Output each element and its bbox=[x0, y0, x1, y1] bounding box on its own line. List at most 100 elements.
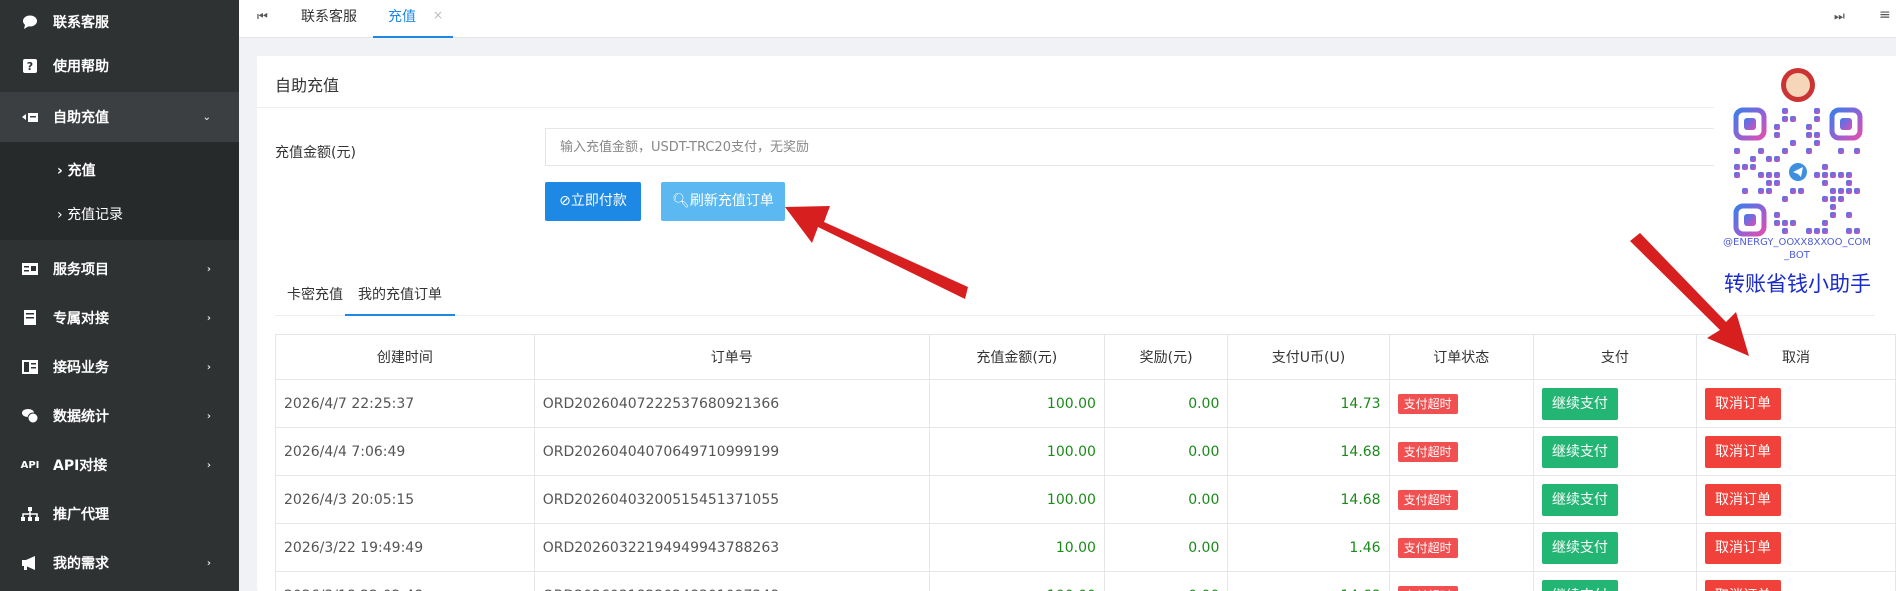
qr-module bbox=[1854, 148, 1860, 154]
cancel-order-button[interactable]: 取消订单 bbox=[1705, 483, 1781, 516]
order-cell: ORD20260404070649710999199 bbox=[533, 427, 930, 476]
svg-text:?: ? bbox=[27, 60, 33, 73]
continue-pay-button[interactable]: 继续支付 bbox=[1541, 387, 1618, 420]
qr-module bbox=[1774, 124, 1780, 130]
qr-module bbox=[1822, 196, 1828, 202]
sidebar-item-contact[interactable]: 联系客服 bbox=[0, 0, 239, 44]
continue-pay-button[interactable]: 继续支付 bbox=[1541, 531, 1618, 564]
pay-now-button[interactable]: ⊘立即付款 bbox=[545, 182, 641, 221]
qr-module bbox=[1774, 156, 1780, 162]
search-icon: 🔍︎ bbox=[672, 193, 690, 209]
status-badge: 支付超时 bbox=[1397, 393, 1458, 414]
pay-cell: 继续支付 bbox=[1532, 523, 1698, 572]
sidebar-item-statistics[interactable]: 数据统计 › bbox=[0, 394, 239, 438]
column-header: 订单号 bbox=[533, 334, 930, 380]
cancel-order-button[interactable]: 取消订单 bbox=[1705, 435, 1781, 468]
cancel-order-button[interactable]: 取消订单 bbox=[1705, 387, 1781, 420]
submenu-item-recharge-history[interactable]: › 充值记录 bbox=[57, 204, 123, 224]
qr-module bbox=[1782, 196, 1788, 202]
api-icon: API bbox=[20, 459, 40, 471]
sidebar-item-help[interactable]: ? 使用帮助 bbox=[0, 44, 239, 88]
qr-module bbox=[1750, 164, 1756, 170]
sidebar-item-label: 数据统计 bbox=[53, 409, 109, 425]
column-header: 奖励(元) bbox=[1103, 334, 1229, 380]
continue-pay-button[interactable]: 继续支付 bbox=[1541, 579, 1618, 591]
sidebar-item-dedicated[interactable]: 专属对接 › bbox=[0, 296, 239, 340]
sidebar-item-my-requests[interactable]: 我的需求 › bbox=[0, 541, 239, 585]
cancel-cell: 取消订单 bbox=[1696, 427, 1896, 476]
qr-module bbox=[1846, 180, 1852, 186]
qr-module bbox=[1798, 188, 1804, 194]
pay-cell: 继续支付 bbox=[1532, 379, 1698, 428]
qr-module bbox=[1806, 148, 1812, 154]
code-icon bbox=[21, 359, 39, 375]
qr-module bbox=[1774, 132, 1780, 138]
order-tabs: 卡密充值 我的充值订单 bbox=[275, 277, 1875, 316]
tabs-scroll-right-icon[interactable]: ⏭ bbox=[1834, 9, 1845, 24]
continue-pay-button[interactable]: 继续支付 bbox=[1541, 483, 1618, 516]
pay-cell: 继续支付 bbox=[1532, 475, 1698, 524]
qr-module bbox=[1822, 164, 1828, 170]
qr-module bbox=[1806, 132, 1812, 138]
sidebar-item-recharge[interactable]: 自助充值 ⌄ bbox=[0, 92, 239, 142]
qr-module bbox=[1814, 108, 1820, 114]
continue-pay-button[interactable]: 继续支付 bbox=[1541, 435, 1618, 468]
sidebar-item-label: 自助充值 bbox=[53, 110, 109, 126]
qr-module bbox=[1774, 172, 1780, 178]
qr-module bbox=[1774, 220, 1780, 226]
sidebar-item-services[interactable]: 服务项目 › bbox=[0, 247, 239, 291]
amount-cell: 10.00 bbox=[928, 523, 1105, 572]
coins-icon bbox=[21, 408, 39, 424]
book-icon bbox=[21, 310, 39, 326]
cancel-order-button[interactable]: 取消订单 bbox=[1705, 531, 1781, 564]
sidebar-item-api[interactable]: API API对接 › bbox=[0, 443, 239, 487]
qr-module bbox=[1734, 164, 1740, 170]
cancel-order-button[interactable]: 取消订单 bbox=[1705, 579, 1781, 591]
amount-input[interactable] bbox=[545, 128, 1783, 166]
sidebar-item-sms-code[interactable]: 接码业务 › bbox=[0, 345, 239, 389]
amount-cell: 100.00 bbox=[928, 475, 1105, 524]
amount-label: 充值金额(元) bbox=[275, 145, 356, 161]
tabs-scroll-left-icon[interactable]: ⏮ bbox=[257, 9, 268, 24]
menu-icon[interactable]: ≡ bbox=[1879, 7, 1891, 23]
qr-module bbox=[1758, 172, 1764, 178]
sidebar-item-label: 推广代理 bbox=[53, 507, 109, 523]
chevron-right-icon: › bbox=[206, 557, 211, 569]
tab-card-recharge[interactable]: 卡密充值 bbox=[287, 277, 343, 316]
qr-module bbox=[1758, 148, 1764, 154]
recharge-panel: 自助充值 充值金额(元) ⊘立即付款 🔍︎刷新充值订单 卡密充值 我的充值订单 … bbox=[257, 56, 1896, 591]
sidebar-item-label: 联系客服 bbox=[53, 15, 109, 31]
table-row: 2026/4/7 22:25:37 ORD20260407222537680921… bbox=[275, 379, 1896, 428]
amount-cell: 100.00 bbox=[928, 427, 1105, 476]
tab-contact[interactable]: 联系客服 bbox=[301, 0, 357, 38]
qr-module bbox=[1806, 124, 1812, 130]
submenu-item-recharge[interactable]: › 充值 bbox=[57, 160, 96, 180]
chevron-down-icon: ⌄ bbox=[202, 111, 211, 123]
usdt-cell: 14.68 bbox=[1227, 427, 1390, 476]
column-header: 取消 bbox=[1696, 334, 1896, 380]
sidebar-item-label: 使用帮助 bbox=[53, 59, 109, 75]
submenu-recharge: › 充值 › 充值记录 bbox=[0, 142, 239, 240]
sitemap-icon bbox=[21, 506, 39, 522]
column-header: 支付U币(U) bbox=[1227, 334, 1390, 380]
bonus-cell: 0.00 bbox=[1103, 379, 1229, 428]
chevron-right-icon: › bbox=[206, 312, 211, 324]
qr-module bbox=[1830, 204, 1836, 210]
tab-my-orders[interactable]: 我的充值订单 bbox=[345, 277, 455, 316]
qr-module bbox=[1846, 188, 1852, 194]
refresh-orders-button[interactable]: 🔍︎刷新充值订单 bbox=[661, 182, 785, 221]
qr-module bbox=[1846, 172, 1852, 178]
qr-module bbox=[1766, 180, 1772, 186]
qr-module bbox=[1822, 220, 1828, 226]
qr-module bbox=[1822, 228, 1828, 234]
status-badge: 支付超时 bbox=[1397, 441, 1458, 462]
status-badge: 支付超时 bbox=[1397, 537, 1458, 558]
table-row: 2026/3/22 19:49:49 ORD2026032219494994378… bbox=[275, 523, 1896, 572]
qr-module bbox=[1838, 172, 1844, 178]
sidebar-item-promotion[interactable]: 推广代理 bbox=[0, 492, 239, 536]
qr-bot-handle: @ENERGY_OOXX8XXOO_COM_BOT bbox=[1723, 237, 1871, 261]
cancel-cell: 取消订单 bbox=[1696, 475, 1896, 524]
close-icon[interactable]: × bbox=[433, 8, 443, 22]
bonus-cell: 0.00 bbox=[1103, 427, 1229, 476]
qr-module bbox=[1790, 220, 1796, 226]
